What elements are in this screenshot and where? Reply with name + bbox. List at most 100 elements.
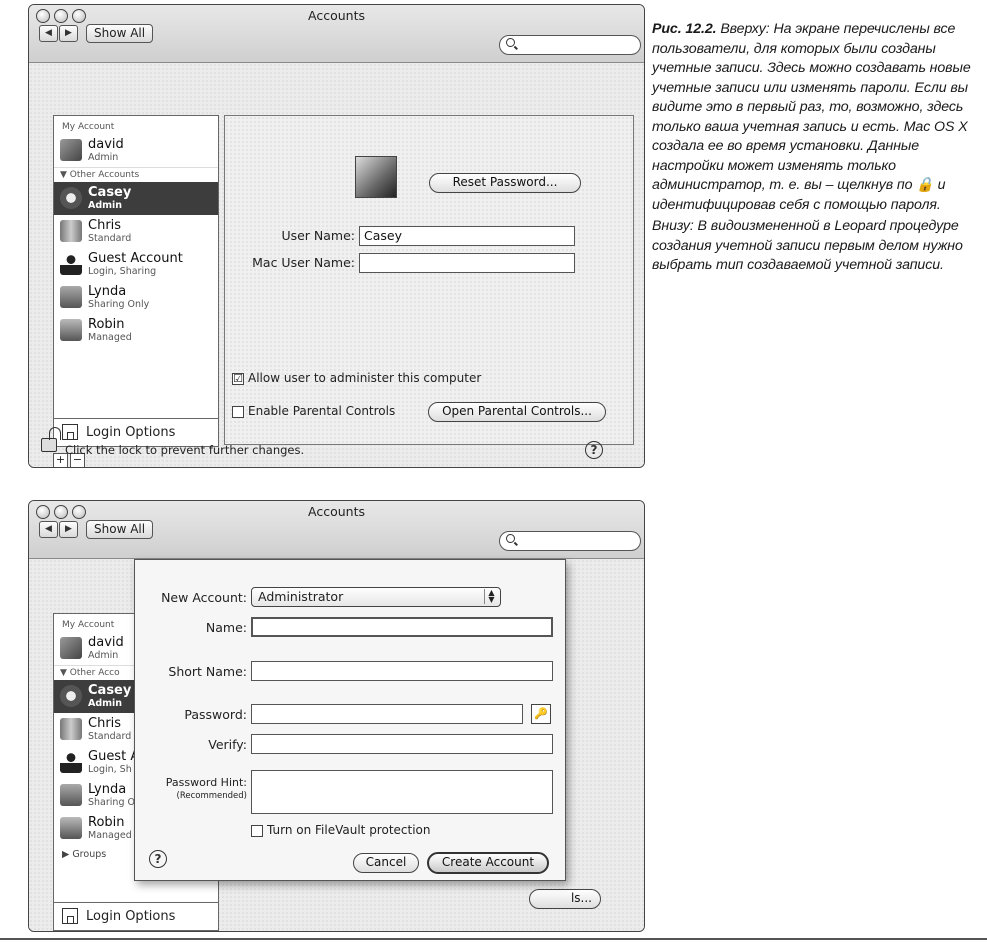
account-role: Login, Sharing xyxy=(88,266,157,277)
account-role: Standard xyxy=(88,233,132,244)
account-type-value: Administrator xyxy=(258,589,344,604)
open-parental-controls-button[interactable]: Open Parental Controls... xyxy=(428,402,606,422)
key-icon[interactable]: 🔑 xyxy=(531,704,551,724)
cancel-button[interactable]: Cancel xyxy=(353,853,419,873)
avatar-icon xyxy=(60,139,82,161)
login-options-label: Login Options xyxy=(86,909,176,924)
help-icon[interactable]: ? xyxy=(149,850,167,868)
password-field[interactable] xyxy=(251,704,523,724)
avatar-icon xyxy=(60,637,82,659)
account-detail-panel: Reset Password... User Name: Casey Mac U… xyxy=(224,115,634,445)
page-divider xyxy=(0,938,987,940)
allow-admin-label: Allow user to administer this computer xyxy=(248,371,482,385)
content-area: My Account david Admin ▼ Other Acco Case… xyxy=(29,559,644,931)
my-account-header: My Account xyxy=(62,122,115,132)
search-icon xyxy=(506,534,515,543)
stepper-arrows-icon: ▲ ▼ xyxy=(484,589,498,604)
caption-text-1: Вверху: На экране перечислены все пользо… xyxy=(652,21,971,213)
person-avatar-icon xyxy=(60,253,82,275)
account-item-lynda[interactable]: Lynda Sharing Only xyxy=(54,281,218,314)
verify-field[interactable] xyxy=(251,734,553,754)
password-label: Password: xyxy=(184,707,247,722)
account-name: Guest Account xyxy=(88,251,183,266)
avatar-icon xyxy=(60,286,82,308)
avatar-icon xyxy=(60,319,82,341)
avatar-icon xyxy=(60,685,82,707)
mac-user-name-field[interactable] xyxy=(359,253,575,273)
login-options-label: Login Options xyxy=(86,425,176,440)
help-icon[interactable]: ? xyxy=(585,441,603,459)
figure-caption: Рис. 12.2. Вверху: На экране перечислены… xyxy=(652,20,972,278)
filevault-checkbox[interactable] xyxy=(251,825,263,837)
lock-icon[interactable] xyxy=(41,427,61,452)
titlebar: Accounts ◀ ▶ Show All xyxy=(29,501,644,559)
account-item-casey[interactable]: Casey Admin xyxy=(54,182,218,215)
accounts-window-top: Accounts ◀ ▶ Show All My Account david A… xyxy=(28,4,645,468)
avatar-icon xyxy=(60,817,82,839)
password-hint-sublabel: (Recommended) xyxy=(176,791,247,801)
back-button[interactable]: ◀ xyxy=(39,521,58,538)
accounts-list: My Account david Admin ▼ Other Accounts … xyxy=(53,115,219,447)
butterfly-avatar-icon xyxy=(60,718,82,740)
search-input[interactable] xyxy=(499,531,641,551)
show-all-button[interactable]: Show All xyxy=(86,24,154,43)
parental-controls-checkbox[interactable] xyxy=(232,406,244,418)
account-name: Robin xyxy=(88,317,125,332)
search-input[interactable] xyxy=(499,35,641,55)
account-role: Managed xyxy=(88,332,132,343)
search-icon xyxy=(506,38,515,47)
password-hint-field[interactable] xyxy=(251,770,553,814)
account-type-select[interactable]: Administrator ▲ ▼ xyxy=(251,587,501,607)
mac-user-name-label: Mac User Name: xyxy=(252,255,355,270)
reset-password-button[interactable]: Reset Password... xyxy=(429,173,581,193)
parental-controls-label: Enable Parental Controls xyxy=(248,404,396,418)
house-icon xyxy=(62,908,78,924)
avatar-icon xyxy=(60,784,82,806)
password-hint-label: Password Hint: xyxy=(165,776,247,789)
account-role: Sharing Only xyxy=(88,299,150,310)
account-name: Lynda xyxy=(88,284,127,299)
account-role: Admin xyxy=(88,200,123,211)
create-account-button[interactable]: Create Account xyxy=(427,852,549,874)
name-field[interactable] xyxy=(251,617,553,637)
account-role: Admin xyxy=(88,152,119,163)
user-name-label: User Name: xyxy=(281,228,355,243)
verify-label: Verify: xyxy=(208,737,247,752)
account-item-guest[interactable]: Guest Account Login, Sharing xyxy=(54,248,218,281)
name-label: Name: xyxy=(205,620,247,635)
new-account-label: New Account: xyxy=(161,590,247,605)
short-name-field[interactable] xyxy=(251,661,553,681)
login-options-item[interactable]: Login Options xyxy=(54,902,218,930)
filevault-label: Turn on FileVault protection xyxy=(267,823,431,837)
house-icon xyxy=(62,424,78,440)
titlebar: Accounts ◀ ▶ Show All xyxy=(29,5,644,63)
caption-paragraph-2: Внизу: В видоизмененной в Leopard процед… xyxy=(652,218,963,273)
forward-button[interactable]: ▶ xyxy=(59,521,78,538)
other-accounts-header[interactable]: ▼ Other Accounts xyxy=(54,167,218,182)
open-parental-controls-button[interactable]: ls... xyxy=(529,889,601,909)
person-avatar-icon xyxy=(60,751,82,773)
user-name-field[interactable]: Casey xyxy=(359,226,575,246)
account-name: david xyxy=(88,137,124,152)
butterfly-avatar-icon xyxy=(60,220,82,242)
lock-text: Click the lock to prevent further change… xyxy=(65,443,305,457)
account-item-chris[interactable]: Chris Standard xyxy=(54,215,218,248)
forward-button[interactable]: ▶ xyxy=(59,25,78,42)
window-title: Accounts xyxy=(308,8,365,23)
new-account-sheet: New Account: Administrator ▲ ▼ Name: Shor… xyxy=(134,559,566,881)
show-all-button[interactable]: Show All xyxy=(86,520,154,539)
back-button[interactable]: ◀ xyxy=(39,25,58,42)
account-name: Chris xyxy=(88,218,122,233)
account-name: Casey xyxy=(88,185,132,200)
account-item-robin[interactable]: Robin Managed xyxy=(54,314,218,347)
user-picture[interactable] xyxy=(355,156,397,198)
content-area: My Account david Admin ▼ Other Accounts … xyxy=(29,63,644,467)
short-name-label: Short Name: xyxy=(168,664,247,679)
accounts-window-bottom: Accounts ◀ ▶ Show All My Account david A… xyxy=(28,500,645,932)
figure-label: Рис. 12.2. xyxy=(652,21,717,37)
avatar-icon xyxy=(60,187,82,209)
login-options-item[interactable]: Login Options xyxy=(54,418,218,446)
window-title: Accounts xyxy=(308,504,365,519)
allow-admin-checkbox[interactable]: ☑ xyxy=(232,373,244,385)
account-item-david[interactable]: david Admin xyxy=(54,134,218,167)
